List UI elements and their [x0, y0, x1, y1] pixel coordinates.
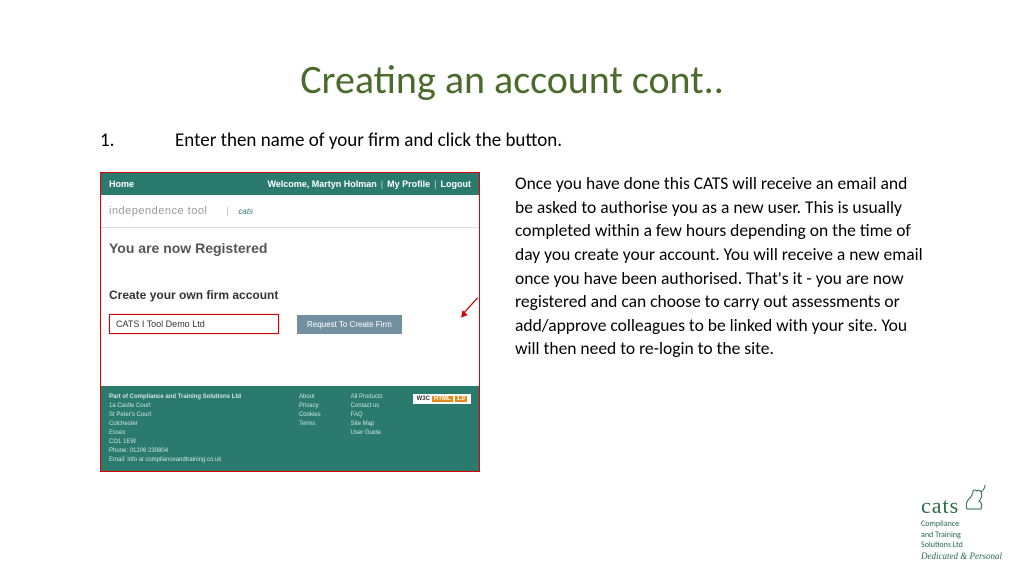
- request-create-firm-button[interactable]: Request To Create Firm: [297, 315, 402, 334]
- mini-logo: cats: [227, 207, 253, 216]
- footer-link-terms[interactable]: Terms: [299, 421, 321, 427]
- cat-icon: [961, 483, 991, 518]
- description-paragraph: Once you have done this CATS will receiv…: [515, 172, 924, 472]
- footer-link-cookies[interactable]: Cookies: [299, 412, 321, 418]
- embedded-screenshot: Home Welcome, Martyn Holman | My Profile…: [100, 172, 480, 472]
- nav-profile[interactable]: My Profile: [387, 179, 430, 189]
- step-number: 1.: [100, 129, 175, 152]
- registered-heading: You are now Registered: [109, 240, 471, 256]
- footer-link-sitemap[interactable]: Site Map: [351, 421, 383, 427]
- app-subheader: independence tool cats: [101, 195, 479, 228]
- step-text: Enter then name of your firm and click t…: [175, 129, 562, 152]
- cats-logo: cats Compliance and Training Solutions L…: [921, 483, 1002, 562]
- slide-title: Creating an account cont..: [0, 0, 1024, 129]
- footer-link-about[interactable]: About: [299, 394, 321, 400]
- footer-addr: Colchester: [109, 421, 269, 427]
- footer-phone: Phone: 01206 230804: [109, 448, 269, 454]
- footer-link-contact[interactable]: Contact us: [351, 403, 383, 409]
- logo-sub: Solutions Ltd: [921, 541, 1002, 550]
- tool-label: independence tool: [109, 205, 207, 217]
- separator: |: [434, 179, 436, 189]
- create-firm-heading: Create your own firm account: [109, 288, 471, 302]
- footer-email: Email: info at complianceandtraining.co.…: [109, 457, 269, 463]
- firm-name-input[interactable]: [109, 314, 279, 334]
- logo-sub: Compliance: [921, 520, 1002, 529]
- footer-addr: 1a Castle Court: [109, 403, 269, 409]
- footer-addr: CO1 1EW: [109, 439, 269, 445]
- nav-home[interactable]: Home: [109, 179, 134, 189]
- separator: |: [381, 179, 383, 189]
- footer-link-privacy[interactable]: Privacy: [299, 403, 321, 409]
- footer-link-faq[interactable]: FAQ: [351, 412, 383, 418]
- footer-addr: Essex: [109, 430, 269, 436]
- welcome-text: Welcome, Martyn Holman: [267, 179, 376, 189]
- arrow-annotation-icon: [456, 296, 481, 321]
- logo-text: cats: [921, 494, 959, 518]
- app-header: Home Welcome, Martyn Holman | My Profile…: [101, 173, 479, 195]
- footer-link-products[interactable]: All Products: [351, 394, 383, 400]
- step-line: 1. Enter then name of your firm and clic…: [0, 129, 1024, 152]
- footer-link-guide[interactable]: User Guide: [351, 430, 383, 436]
- footer-addr: St Peter's Court: [109, 412, 269, 418]
- footer-company: Part of Compliance and Training Solution…: [109, 394, 269, 400]
- logo-sub: and Training: [921, 531, 1002, 540]
- w3c-badge-icon: W3C HTML 1.0: [413, 394, 471, 404]
- nav-logout[interactable]: Logout: [441, 179, 472, 189]
- app-body: You are now Registered Create your own f…: [101, 228, 479, 386]
- app-footer: Part of Compliance and Training Solution…: [101, 386, 479, 471]
- logo-tagline: Dedicated & Personal: [921, 552, 1002, 562]
